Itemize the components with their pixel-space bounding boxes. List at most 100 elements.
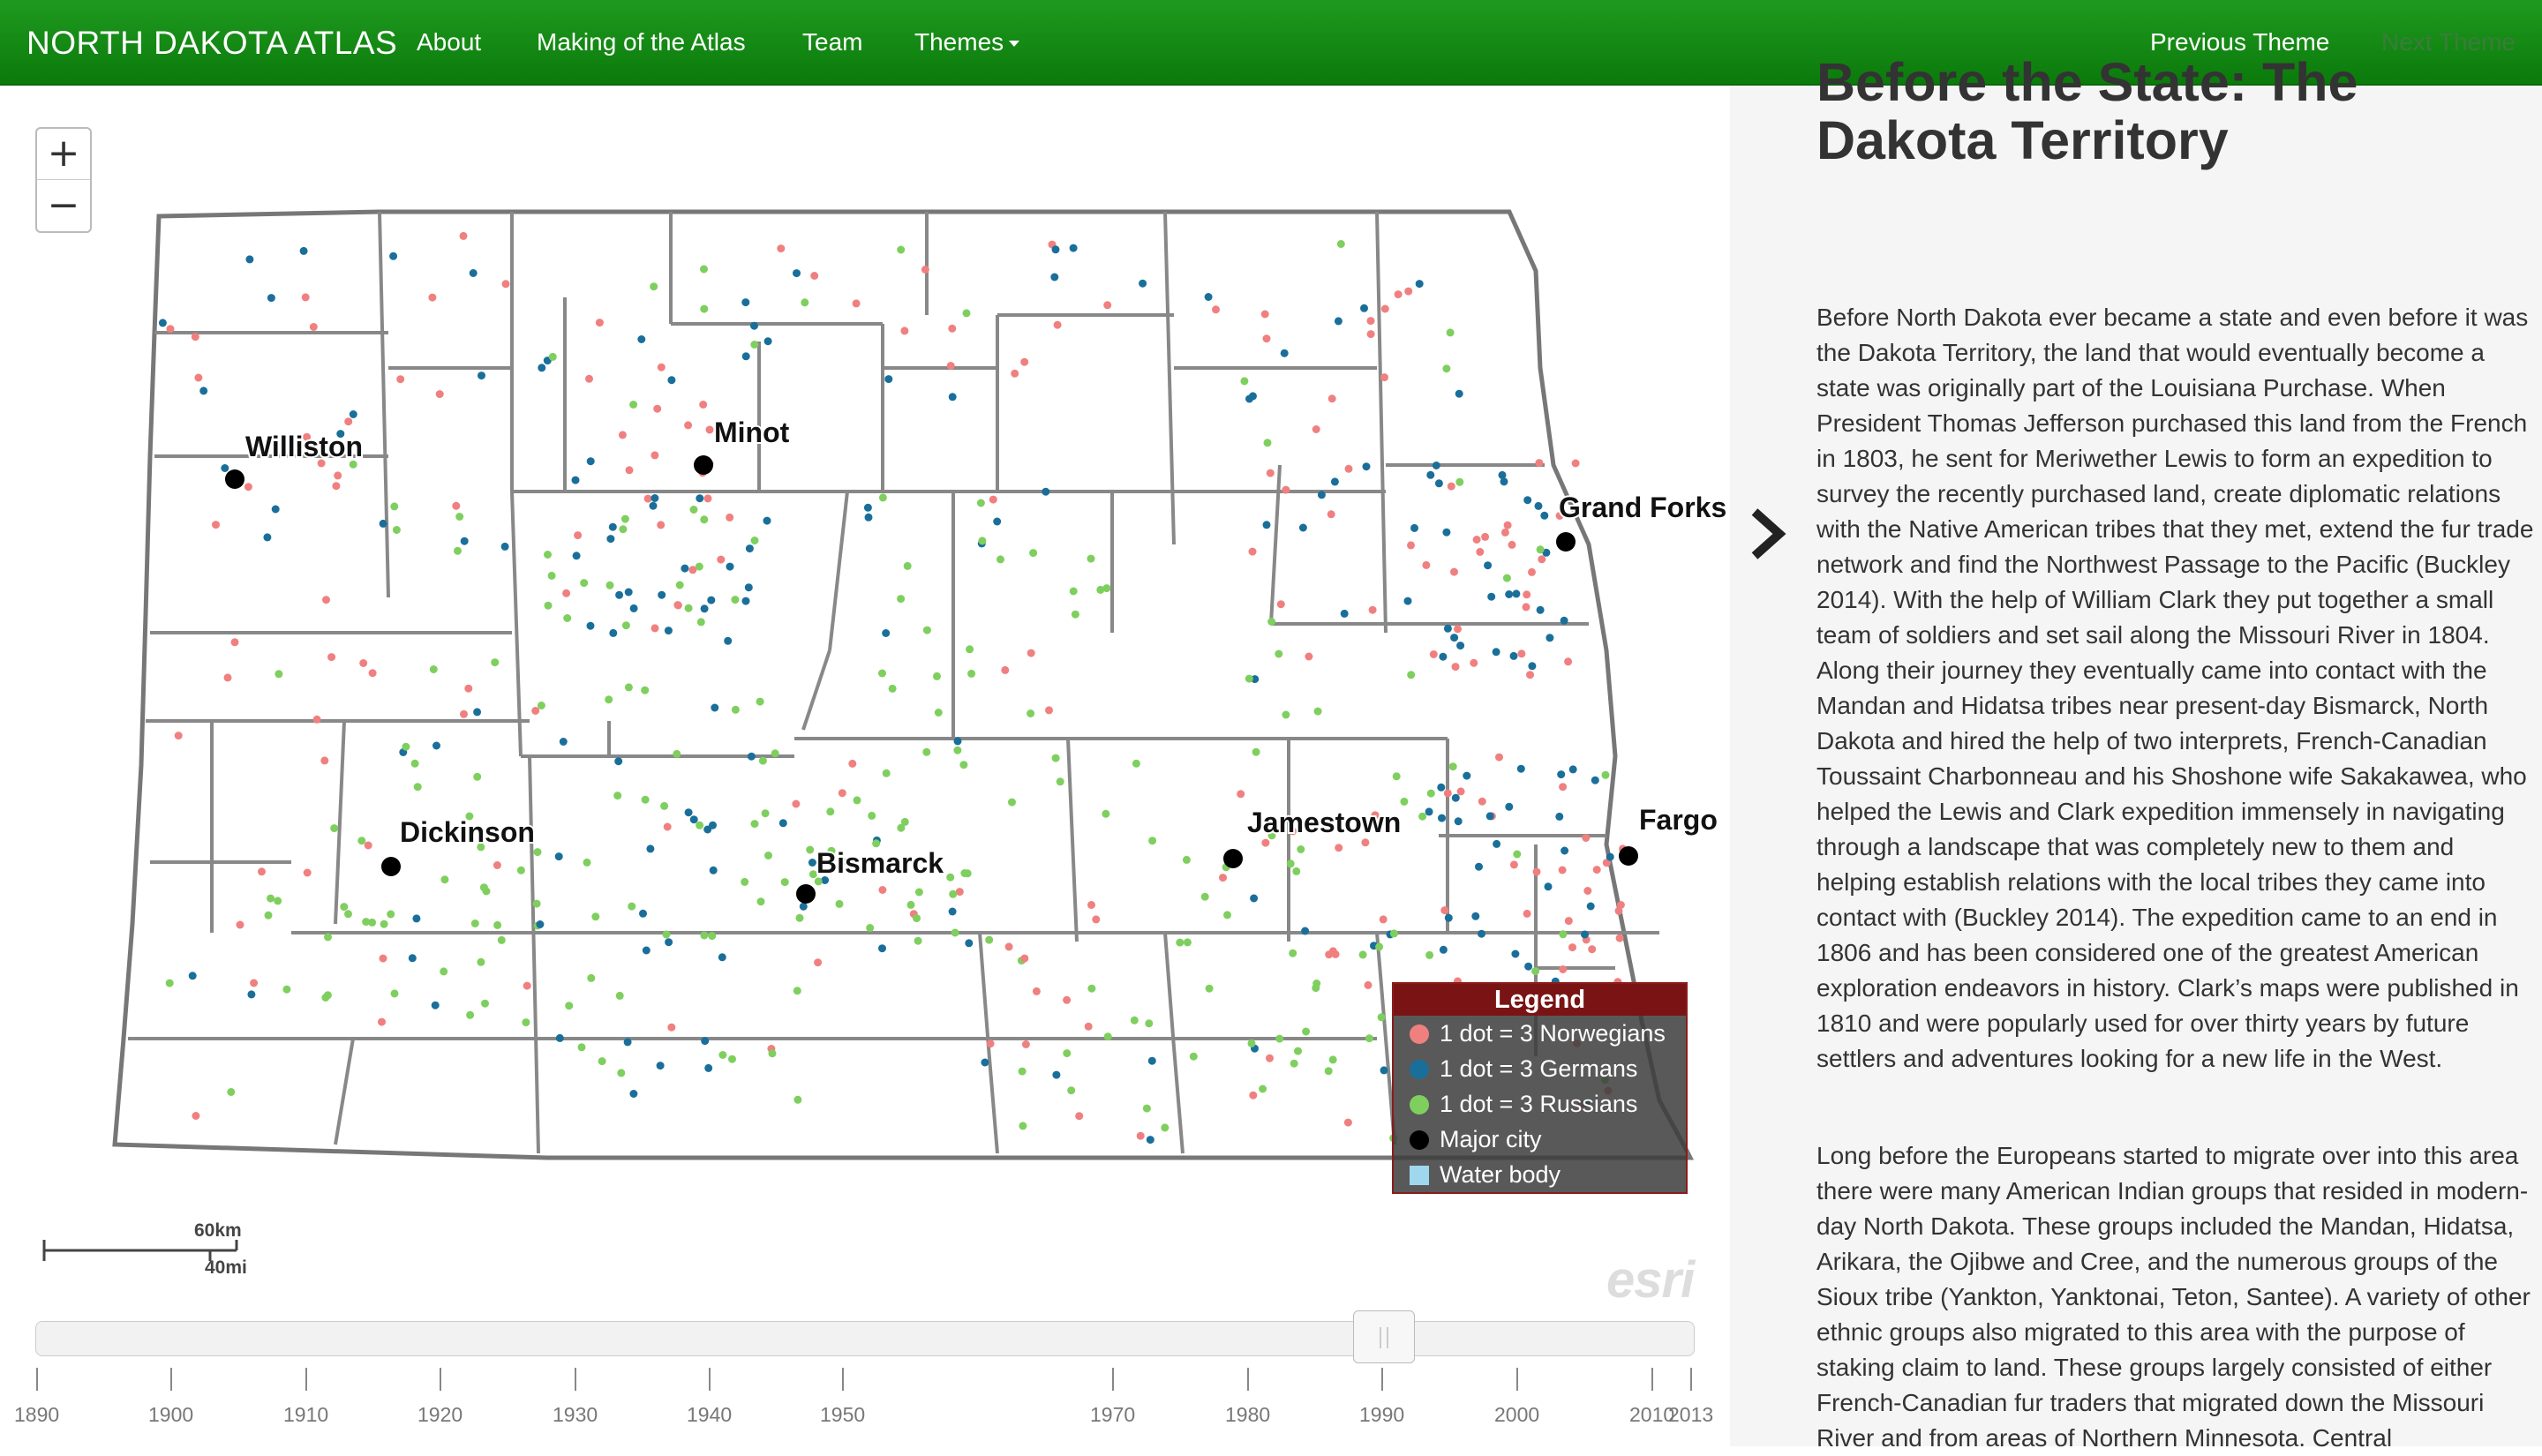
norwegian-dot — [1020, 357, 1029, 366]
city-dot[interactable] — [694, 455, 713, 475]
norwegian-dot — [191, 333, 199, 341]
norwegian-dot — [1092, 915, 1101, 924]
german-dot — [1426, 470, 1435, 479]
german-swatch-icon — [1410, 1060, 1429, 1079]
norwegian-dot — [1588, 945, 1597, 954]
russian-dot — [684, 604, 693, 612]
brand-link[interactable]: NORTH DAKOTA ATLAS — [26, 25, 397, 62]
russian-dot — [267, 894, 275, 903]
russian-dot — [1290, 1059, 1298, 1068]
timeline-slider-handle[interactable] — [1353, 1310, 1415, 1363]
russian-dot — [1148, 837, 1157, 845]
german-dot — [1280, 349, 1289, 357]
map-container[interactable]: Williston Minot Grand Forks Dickinson Bismar… — [0, 86, 1730, 1446]
zoom-out-button[interactable]: − — [37, 181, 90, 232]
zoom-in-button[interactable]: + — [37, 129, 90, 180]
russian-dot — [662, 930, 671, 939]
russian-dot — [264, 911, 273, 919]
russian-dot — [1189, 1052, 1198, 1061]
norwegian-dot — [1219, 874, 1227, 882]
norwegian-dot — [1248, 547, 1257, 556]
russian-dot — [615, 991, 624, 1000]
german-dot — [1360, 304, 1368, 312]
city-dot[interactable] — [1556, 532, 1576, 552]
norwegian-dot — [359, 659, 368, 667]
north-dakota-map[interactable]: Williston Minot Grand Forks Dickinson Bismar… — [0, 86, 1730, 1446]
norwegian-dot — [1503, 521, 1512, 529]
russian-dot — [1531, 967, 1540, 976]
russian-dot — [1102, 809, 1110, 818]
russian-dot — [1502, 574, 1511, 582]
norwegian-dot — [244, 483, 252, 492]
german-dot — [1438, 814, 1446, 822]
chevron-right-icon[interactable] — [1746, 503, 1790, 579]
city-dot[interactable] — [1223, 849, 1243, 868]
russian-dot — [1559, 930, 1568, 939]
russian-dot — [516, 866, 525, 874]
nav-team[interactable]: Team — [802, 28, 862, 56]
city-label: Bismarck — [816, 847, 944, 879]
german-dot — [726, 562, 734, 571]
norwegian-dot — [810, 272, 819, 280]
timeline-tick — [709, 1368, 711, 1391]
russian-dot — [1601, 770, 1610, 779]
russian-dot — [695, 562, 703, 571]
german-dot — [1444, 913, 1453, 922]
norwegian-dot — [705, 425, 714, 434]
norwegian-dot — [1523, 590, 1531, 599]
norwegian-dot — [1379, 915, 1388, 924]
timeline-tick — [36, 1368, 38, 1391]
russian-dot — [1027, 709, 1035, 717]
russian-dot — [996, 555, 1004, 564]
german-dot — [1591, 776, 1599, 784]
russian-dot — [1132, 759, 1140, 768]
norwegian-dot — [1262, 334, 1271, 343]
russian-dot — [380, 919, 388, 928]
norwegian-dot — [1615, 934, 1624, 942]
german-dot — [664, 627, 673, 635]
norwegian-dot — [1407, 541, 1415, 550]
russian-dot — [1069, 587, 1078, 596]
russian-dot — [491, 658, 500, 667]
russian-dot — [951, 928, 959, 937]
norwegian-dot — [1045, 706, 1053, 715]
russian-dot — [1029, 549, 1038, 558]
city-dot[interactable] — [225, 469, 244, 489]
russian-dot — [1292, 867, 1301, 875]
city-dot[interactable] — [381, 857, 401, 876]
norwegian-dot — [618, 431, 627, 439]
norwegian-dot — [946, 362, 955, 370]
russian-dot — [522, 1018, 530, 1027]
russian-dot — [629, 401, 638, 409]
russian-dot — [985, 935, 994, 944]
german-dot — [1546, 634, 1554, 642]
russian-dot — [605, 581, 614, 589]
russian-dot — [718, 1051, 727, 1059]
russian-dot — [1275, 649, 1283, 658]
russian-dot — [1245, 674, 1253, 683]
russian-dot — [1289, 949, 1297, 957]
russian-dot — [1223, 911, 1231, 919]
german-dot — [642, 946, 651, 955]
russian-dot — [780, 878, 789, 887]
russian-dot — [700, 931, 709, 940]
russian-dot — [1008, 798, 1016, 807]
russian-dot — [481, 999, 489, 1008]
city-dot[interactable] — [1619, 846, 1638, 866]
russian-dot — [390, 502, 399, 511]
timeline-slider-track[interactable] — [35, 1321, 1695, 1356]
russian-dot — [976, 499, 985, 507]
nav-about[interactable]: About — [417, 28, 481, 56]
nav-themes-dropdown[interactable]: Themes — [914, 28, 1020, 56]
norwegian-dot — [1366, 330, 1375, 339]
russian-dot — [323, 991, 332, 1000]
german-dot — [263, 533, 272, 542]
german-dot — [1403, 597, 1412, 605]
norwegian-dot — [585, 374, 593, 383]
legend-item-major-city: Major city — [1394, 1122, 1686, 1157]
german-dot — [188, 972, 197, 980]
russian-dot — [330, 824, 339, 833]
city-dot[interactable] — [796, 884, 816, 904]
russian-dot — [1455, 477, 1464, 486]
nav-making-of-atlas[interactable]: Making of the Atlas — [537, 28, 746, 56]
